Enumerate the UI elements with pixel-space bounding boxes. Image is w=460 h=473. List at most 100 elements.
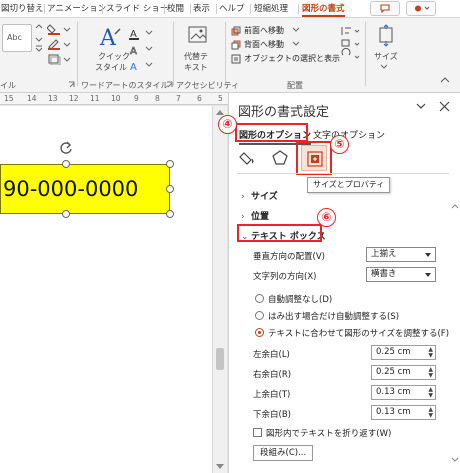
style-preview-text: Abc — [7, 33, 22, 42]
margin-top-label: 上余白(T) — [253, 390, 291, 400]
margin-bottom-label: 下余白(B) — [253, 410, 291, 420]
shape-fill-icon[interactable] — [47, 23, 73, 35]
shape-style-preview[interactable]: Abc — [2, 24, 32, 52]
shape-effects-icon[interactable] — [47, 53, 73, 65]
margin-bottom-input[interactable]: 0.13 cm ▲ ▼ — [371, 405, 436, 420]
record-icon — [415, 5, 421, 12]
tab-separator — [164, 4, 165, 14]
resize-handle-top-right[interactable] — [166, 160, 174, 168]
scroll-down-icon[interactable] — [216, 464, 224, 469]
radio-no-autofit[interactable]: 自動調整なし(D) — [255, 293, 332, 305]
margin-left-input[interactable]: 0.25 cm ▲ ▼ — [371, 345, 436, 360]
section-position[interactable]: › 位置 — [241, 209, 269, 222]
chevron-down-icon[interactable] — [416, 103, 426, 111]
margin-top-input[interactable]: 0.13 cm ▲ ▼ — [371, 385, 436, 400]
text-direction-value: 横書き — [371, 269, 397, 279]
text-format-icons[interactable]: A A A — [128, 26, 162, 72]
scroll-thumb[interactable] — [216, 348, 224, 370]
radio-button-selected[interactable] — [255, 328, 264, 337]
quick-style-label: クイック — [98, 52, 130, 61]
close-icon[interactable] — [439, 101, 450, 112]
spinner-icon[interactable]: ▲ ▼ — [428, 367, 433, 379]
scroll-up-icon[interactable] — [216, 110, 224, 115]
fill-line-icon[interactable] — [238, 149, 260, 167]
effects-icon[interactable] — [269, 149, 291, 167]
collapse-ribbon-icon[interactable] — [440, 76, 450, 84]
tab-review[interactable]: 校閲 — [167, 2, 184, 17]
record-button[interactable] — [406, 1, 436, 16]
radio-button[interactable] — [255, 311, 264, 320]
ribbon-tab-bar: 図切り替え アニメーション スライド ショー 校閲 表示 ヘルプ 短縮処理 図形… — [0, 0, 460, 18]
margin-right-input[interactable]: 0.25 cm ▲ ▼ — [371, 365, 436, 380]
resize-handle-right[interactable] — [166, 185, 174, 193]
ribbon-separator — [173, 22, 174, 86]
tab-text-options[interactable]: 文字のオプション — [313, 128, 385, 141]
send-backward-button[interactable]: 背面へ移動 — [244, 39, 284, 51]
ribbon-body: Abc A クイック スタイル A A A 代替テ キスト 前面へ移動 背面へ移… — [0, 18, 460, 93]
chevron-down-icon[interactable] — [292, 41, 300, 47]
bring-forward-button[interactable]: 前面へ移動 — [244, 25, 284, 37]
canvas-scrollbar[interactable] — [212, 106, 227, 473]
wrap-text-checkbox[interactable] — [253, 428, 262, 437]
comments-button[interactable] — [370, 1, 400, 16]
send-backward-icon — [231, 40, 241, 50]
margin-bottom-value: 0.13 cm — [376, 407, 411, 417]
format-shape-pane: 図形の書式設定 図形のオプション 文字のオプション ④ ⑤ サイズとプロパティ … — [218, 93, 460, 473]
tab-shorthand[interactable]: 短縮処理 — [254, 2, 288, 17]
rotate-handle-icon[interactable] — [58, 140, 74, 156]
section-size-label: サイズ — [251, 192, 278, 202]
ruler-mark: 8 — [155, 94, 160, 103]
pane-scrollbar[interactable] — [451, 203, 459, 463]
tab-separator — [190, 4, 191, 14]
spinner-icon[interactable]: ▲ ▼ — [428, 387, 433, 399]
wrap-text-checkbox-row[interactable]: 図形内でテキストを折り返す(W) — [253, 427, 391, 439]
comment-icon — [380, 4, 390, 14]
ribbon-separator — [225, 22, 226, 86]
tab-slideshow[interactable]: スライド ショー — [106, 2, 168, 17]
annotation-box-size-properties — [296, 141, 332, 175]
quick-style-icon[interactable]: A — [98, 24, 124, 50]
shape-outline-icon[interactable] — [47, 38, 73, 50]
alt-text-icon[interactable] — [186, 24, 210, 48]
margin-right-label: 右余白(R) — [253, 370, 292, 380]
group-label-arrange: 配置 — [287, 81, 303, 90]
size-icon[interactable] — [375, 24, 397, 48]
spinner-icon[interactable]: ▲ ▼ — [428, 347, 433, 359]
resize-handle-top[interactable] — [62, 160, 70, 168]
alt-text-label: 代替テ — [184, 52, 208, 61]
pane-title: 図形の書式設定 — [238, 105, 330, 120]
tab-shape-format[interactable]: 図形の書式 — [302, 2, 345, 17]
text-direction-select[interactable]: 横書き — [366, 267, 436, 282]
tab-help[interactable]: ヘルプ — [219, 2, 245, 17]
chevron-down-icon[interactable] — [380, 64, 388, 70]
tab-separator — [298, 4, 299, 14]
align-group-icons[interactable] — [340, 25, 362, 61]
vertical-align-select[interactable]: 上揃え — [366, 247, 436, 262]
chevron-down-icon[interactable] — [292, 27, 300, 33]
section-size[interactable]: › サイズ — [241, 189, 278, 202]
tab-transitions[interactable]: 図切り替え — [1, 2, 44, 17]
selection-pane-button[interactable]: オブジェクトの選択と表示 — [244, 53, 340, 65]
svg-text:A: A — [130, 46, 137, 57]
gallery-scroll-icon[interactable] — [34, 22, 44, 56]
ruler-mark: 5 — [218, 94, 223, 103]
tab-separator — [44, 4, 45, 14]
alt-text-label-2: キスト — [184, 63, 208, 72]
dialog-launcher-icon[interactable] — [166, 81, 174, 89]
radio-button[interactable] — [255, 294, 264, 303]
radio-no-autofit-label: 自動調整なし(D) — [268, 295, 333, 305]
tab-separator — [250, 4, 251, 14]
resize-handle-bottom[interactable] — [62, 210, 70, 218]
resize-handle-bottom-right[interactable] — [166, 210, 174, 218]
bring-forward-icon — [231, 26, 241, 36]
tab-animations[interactable]: アニメーション — [47, 2, 106, 17]
selected-shape[interactable]: 90-000-0000 — [0, 164, 170, 214]
columns-button[interactable]: 段組み(C)... — [253, 445, 314, 461]
radio-resize-shape[interactable]: テキストに合わせて図形のサイズを調整する(F) — [255, 327, 449, 339]
spinner-icon[interactable]: ▲ ▼ — [428, 407, 433, 419]
radio-shrink-on-overflow[interactable]: はみ出す場合だけ自動調整する(S) — [255, 310, 399, 322]
slide-canvas[interactable] — [0, 106, 212, 473]
annotation-box-textbox — [237, 224, 322, 242]
dialog-launcher-icon[interactable] — [68, 81, 76, 89]
tab-view[interactable]: 表示 — [193, 2, 210, 17]
